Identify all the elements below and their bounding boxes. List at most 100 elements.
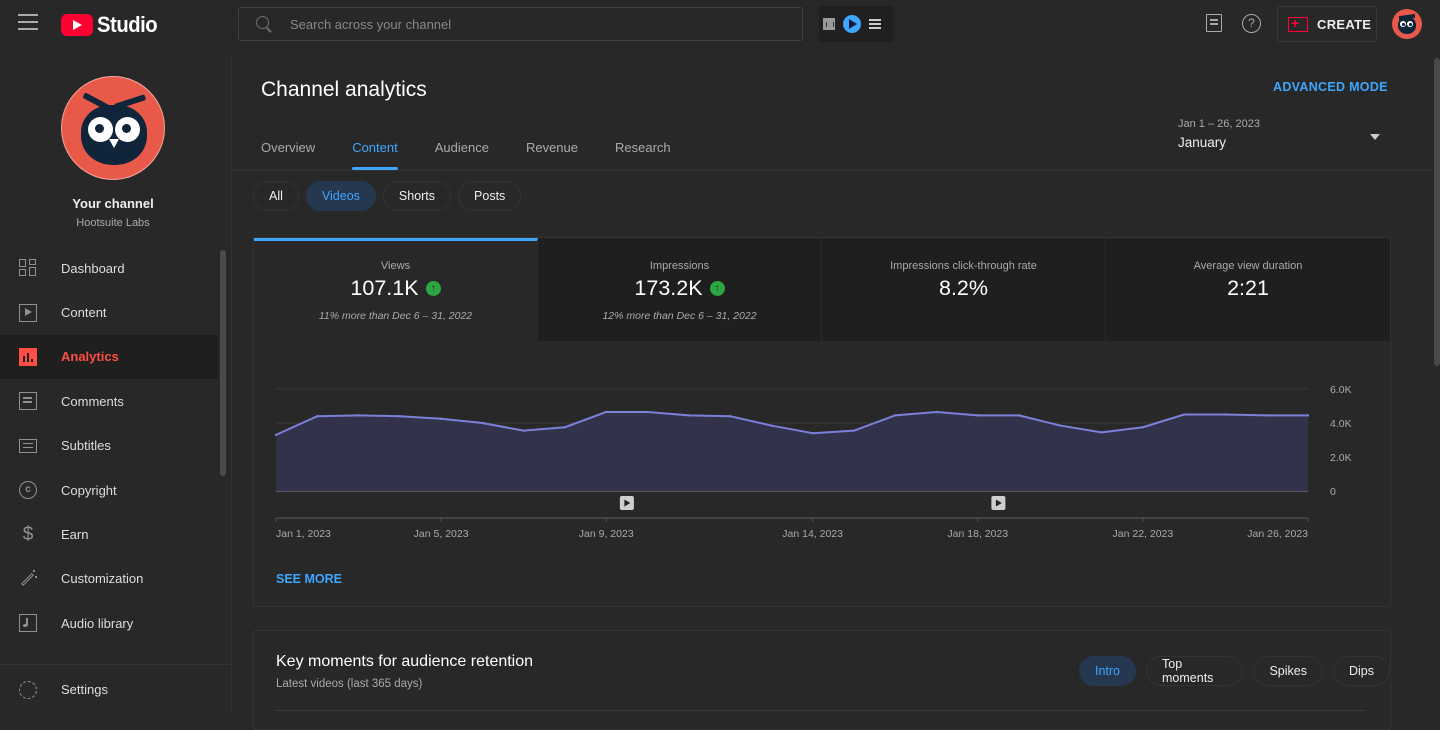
tab-revenue[interactable]: Revenue bbox=[526, 140, 578, 170]
sidebar-item-analytics[interactable]: Analytics bbox=[0, 334, 218, 380]
trend-up-icon: ↑ bbox=[709, 281, 725, 296]
data-point bbox=[728, 415, 732, 418]
filter-chip-intro[interactable]: Intro bbox=[1079, 656, 1137, 686]
metric-title: Impressions click-through rate bbox=[890, 260, 1037, 272]
x-tick-label: Jan 9, 2023 bbox=[579, 528, 634, 540]
y-tick-label: 6.0K bbox=[1330, 384, 1352, 396]
comments-icon bbox=[19, 392, 37, 411]
extension-chart-icon[interactable] bbox=[823, 18, 835, 30]
tab-divider bbox=[232, 170, 1432, 171]
data-point bbox=[605, 410, 608, 414]
sidebar-scrollbar[interactable] bbox=[220, 250, 226, 476]
extension-play-icon[interactable] bbox=[843, 15, 861, 33]
extension-menu-icon[interactable] bbox=[869, 19, 881, 29]
sidebar-item-customization[interactable]: Customization bbox=[0, 557, 218, 601]
data-point bbox=[522, 429, 525, 432]
data-point bbox=[1059, 424, 1062, 427]
filter-chip-dips[interactable]: Dips bbox=[1332, 656, 1390, 686]
sidebar-item-label: Settings bbox=[61, 682, 108, 697]
gear-icon bbox=[19, 680, 37, 699]
filter-chip-shorts[interactable]: Shorts bbox=[382, 181, 452, 211]
feedback-icon[interactable] bbox=[1206, 14, 1222, 32]
help-icon[interactable]: ? bbox=[1242, 14, 1261, 33]
analytics-tabs: Overview Content Audience Revenue Resear… bbox=[261, 140, 708, 170]
metric-comparison: 11% more than Dec 6 – 31, 2022 bbox=[318, 310, 473, 322]
data-point bbox=[316, 415, 319, 418]
x-tick-label: Jan 14, 2023 bbox=[782, 528, 843, 540]
x-tick-label: Jan 18, 2023 bbox=[947, 528, 1008, 540]
data-point bbox=[1224, 413, 1227, 416]
sidebar-item-subtitles[interactable]: Subtitles bbox=[0, 424, 218, 468]
dashboard-icon bbox=[19, 259, 37, 277]
sidebar-item-earn[interactable]: $ Earn bbox=[0, 512, 218, 556]
data-point bbox=[770, 424, 773, 427]
extension-toolbar bbox=[819, 6, 893, 42]
key-moments-card: Key moments for audience retention Lates… bbox=[253, 630, 1391, 730]
filter-chip-all[interactable]: All bbox=[253, 181, 299, 211]
metric-title: Average view duration bbox=[1193, 260, 1303, 272]
video-published-marker[interactable] bbox=[991, 496, 1006, 510]
data-point bbox=[852, 429, 856, 432]
data-point bbox=[481, 421, 484, 425]
main-content: Channel analytics ADVANCED MODE Overview… bbox=[232, 48, 1432, 730]
advanced-mode-link[interactable]: ADVANCED MODE bbox=[1273, 80, 1388, 94]
filter-chip-spikes[interactable]: Spikes bbox=[1253, 656, 1323, 686]
filter-chip-videos[interactable]: Videos bbox=[305, 181, 376, 211]
tab-overview[interactable]: Overview bbox=[261, 140, 315, 170]
data-point bbox=[1265, 414, 1268, 417]
x-tick-label: Jan 1, 2023 bbox=[276, 528, 331, 540]
metric-value: 2:21 bbox=[1227, 276, 1269, 300]
search-box[interactable] bbox=[238, 7, 803, 41]
y-tick-label: 0 bbox=[1330, 486, 1336, 498]
metric-value: 8.2% bbox=[938, 276, 988, 300]
views-line-chart: 0 2.0K 4.0K 6.0K Jan 1, 2023 Jan 5, 2023 Jan 9… bbox=[274, 384, 1352, 540]
metric-tab-ctr[interactable]: Impressions click-through rate 8.2% bbox=[822, 238, 1106, 341]
sidebar-item-settings[interactable]: Settings bbox=[0, 664, 231, 714]
metric-tab-avg-view-duration[interactable]: Average view duration 2:21 bbox=[1106, 238, 1390, 341]
y-tick-label: 2.0K bbox=[1330, 452, 1352, 464]
metric-tab-impressions[interactable]: Impressions 173.2K ↑ 12% more than Dec 6 … bbox=[538, 238, 822, 341]
sidebar-item-content[interactable]: Content bbox=[0, 290, 218, 334]
data-point bbox=[1100, 431, 1103, 434]
filter-chip-posts[interactable]: Posts bbox=[458, 181, 522, 211]
video-published-marker[interactable] bbox=[619, 496, 634, 510]
sidebar-item-dashboard[interactable]: Dashboard bbox=[0, 246, 218, 290]
copyright-icon: c bbox=[19, 481, 37, 500]
data-point bbox=[894, 414, 897, 417]
channel-avatar[interactable] bbox=[61, 76, 165, 180]
search-input[interactable] bbox=[290, 16, 802, 32]
date-range-text: Jan 1 – 26, 2023 bbox=[1178, 118, 1260, 130]
studio-logo[interactable]: Studio bbox=[61, 12, 162, 38]
data-point bbox=[811, 432, 814, 435]
sidebar-nav: Dashboard Content Analytics Comments Sub… bbox=[0, 246, 218, 646]
filter-chip-top-moments[interactable]: Top moments bbox=[1146, 656, 1244, 686]
sidebar-item-audio-library[interactable]: Audio library bbox=[0, 601, 218, 645]
sidebar-item-copyright[interactable]: c Copyright bbox=[0, 468, 218, 512]
x-tick-label: Jan 22, 2023 bbox=[1113, 528, 1174, 540]
owl-logo-icon bbox=[1392, 9, 1422, 39]
metric-tab-views[interactable]: Views 107.1K ↑ 11% more than Dec 6 – 31, … bbox=[254, 238, 538, 341]
sidebar-item-label: Analytics bbox=[61, 349, 119, 365]
see-more-link[interactable]: SEE MORE bbox=[276, 572, 342, 586]
data-point bbox=[1017, 414, 1021, 417]
tab-research[interactable]: Research bbox=[615, 140, 671, 170]
key-moments-filters: Intro Top moments Spikes Dips bbox=[1079, 656, 1390, 686]
sidebar-item-comments[interactable]: Comments bbox=[0, 379, 218, 423]
tab-content[interactable]: Content bbox=[352, 140, 398, 170]
data-point bbox=[563, 426, 567, 429]
data-point bbox=[1182, 413, 1186, 416]
magic-wand-icon bbox=[19, 569, 37, 588]
page-scrollbar[interactable] bbox=[1434, 58, 1440, 366]
y-tick-label: 4.0K bbox=[1330, 418, 1352, 430]
account-avatar[interactable] bbox=[1392, 9, 1422, 39]
content-icon bbox=[19, 303, 37, 322]
data-point bbox=[976, 414, 979, 417]
sidebar-item-label: Customization bbox=[61, 571, 144, 587]
sidebar-item-label: Comments bbox=[61, 393, 124, 409]
channel-name: Your channel bbox=[72, 196, 154, 211]
date-range-picker[interactable]: Jan 1 – 26, 2023 January bbox=[1178, 118, 1388, 158]
tab-audience[interactable]: Audience bbox=[435, 140, 489, 170]
create-button[interactable]: CREATE bbox=[1277, 6, 1377, 42]
hamburger-menu-icon[interactable] bbox=[18, 14, 38, 32]
sidebar-item-label: Audio library bbox=[61, 615, 134, 631]
